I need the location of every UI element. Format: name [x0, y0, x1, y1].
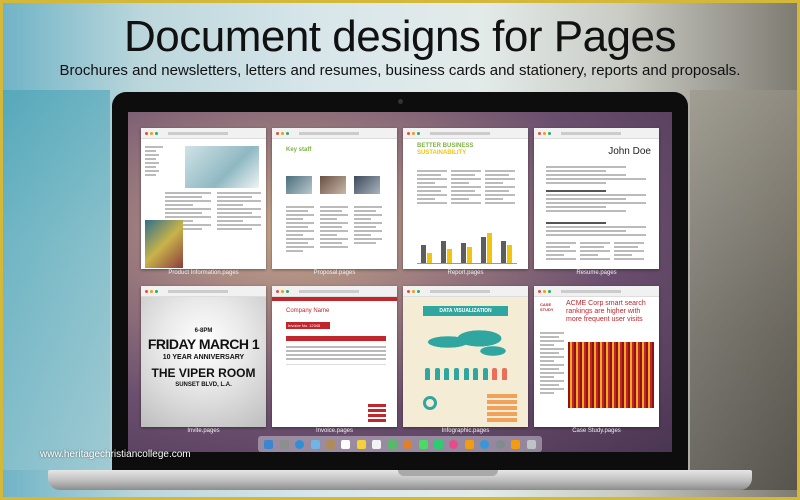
template-report[interactable]: BETTER BUSINESS SUSTAINABILITY	[403, 128, 528, 269]
maps-icon[interactable]	[387, 439, 397, 449]
invite-date: FRIDAY MARCH 1	[147, 336, 260, 352]
toolbar	[141, 286, 266, 297]
infographic-title: DATA VISUALIZATION	[423, 306, 508, 316]
pages-icon[interactable]	[511, 439, 521, 449]
product-photo	[185, 146, 259, 188]
toolbar	[403, 286, 528, 297]
subheadline: Brochures and newsletters, letters and r…	[59, 62, 741, 79]
facetime-icon[interactable]	[434, 439, 444, 449]
product-photo-2	[145, 220, 183, 268]
preferences-icon[interactable]	[495, 439, 505, 449]
messages-icon[interactable]	[418, 439, 428, 449]
report-subheading: SUSTAINABILITY	[417, 150, 467, 156]
staff-photo	[354, 176, 380, 194]
report-bar-chart	[417, 228, 517, 264]
invite-venue: THE VIPER ROOM	[151, 366, 256, 380]
template-infographic[interactable]: DATA VISUALIZATION	[403, 286, 528, 427]
template-caption: Product Information.pages	[168, 270, 239, 276]
case-study-headline: ACME Corp smart search rankings are high…	[566, 300, 646, 323]
toolbar	[534, 128, 659, 139]
template-caption: Resume.pages	[576, 270, 617, 276]
toolbar	[534, 286, 659, 297]
proposal-heading: Key staff	[286, 147, 312, 153]
trash-icon[interactable]	[526, 439, 536, 449]
template-caption: Invoice.pages	[315, 428, 354, 434]
contacts-icon[interactable]	[325, 439, 335, 449]
report-heading: BETTER BUSINESS	[417, 143, 474, 149]
invite-event: 10 YEAR ANNIVERSARY	[162, 354, 245, 361]
template-caption: Report.pages	[447, 270, 484, 276]
ibooks-icon[interactable]	[464, 439, 474, 449]
itunes-icon[interactable]	[449, 439, 459, 449]
toolbar	[272, 286, 397, 297]
template-invite[interactable]: 6-8PM FRIDAY MARCH 1 10 YEAR ANNIVERSARY…	[141, 286, 266, 427]
staff-photo	[320, 176, 346, 194]
camera-icon	[398, 99, 403, 104]
world-map-icon	[421, 324, 511, 360]
invite-address: SUNSET BLVD, L.A.	[175, 382, 232, 388]
template-invoice[interactable]: Company Name Invoice No. 12345	[272, 286, 397, 427]
template-caption: Infographic.pages	[441, 428, 490, 434]
safari-icon[interactable]	[295, 439, 305, 449]
toolbar	[141, 128, 266, 139]
template-proposal[interactable]: Key staff	[272, 128, 397, 269]
notes-icon[interactable]	[356, 439, 366, 449]
background-right	[690, 90, 800, 490]
toolbar	[403, 128, 528, 139]
template-caption: Case Study.pages	[572, 428, 621, 434]
appstore-icon[interactable]	[480, 439, 490, 449]
laptop-base	[48, 470, 752, 490]
launchpad-icon[interactable]	[279, 439, 289, 449]
dock	[258, 436, 542, 452]
staff-photo	[286, 176, 312, 194]
photos-icon[interactable]	[403, 439, 413, 449]
finder-icon[interactable]	[264, 439, 274, 449]
invite-time: 6-8PM	[194, 328, 213, 334]
calendar-icon[interactable]	[341, 439, 351, 449]
laptop-screen: Product Information.pages Key staff Prop…	[128, 112, 672, 452]
watermark: www.heritagechristiancollege.com	[40, 449, 191, 460]
laptop-notch	[398, 470, 498, 476]
template-caption: Invite.pages	[187, 428, 220, 434]
mail-icon[interactable]	[310, 439, 320, 449]
case-study-tag: CASE STUDY	[540, 302, 554, 312]
template-product-information[interactable]	[141, 128, 266, 269]
headline: Document designs for Pages	[124, 12, 676, 61]
reminders-icon[interactable]	[372, 439, 382, 449]
toolbar	[272, 128, 397, 139]
case-study-image	[568, 342, 654, 408]
background-left	[0, 90, 110, 470]
invoice-company: Company Name	[286, 308, 330, 314]
invoice-number: Invoice No. 12345	[286, 322, 330, 329]
template-case-study[interactable]: CASE STUDY ACME Corp smart search rankin…	[534, 286, 659, 427]
template-resume[interactable]: John Doe	[534, 128, 659, 269]
resume-name: John Doe	[608, 146, 651, 157]
template-caption: Proposal.pages	[313, 270, 356, 276]
